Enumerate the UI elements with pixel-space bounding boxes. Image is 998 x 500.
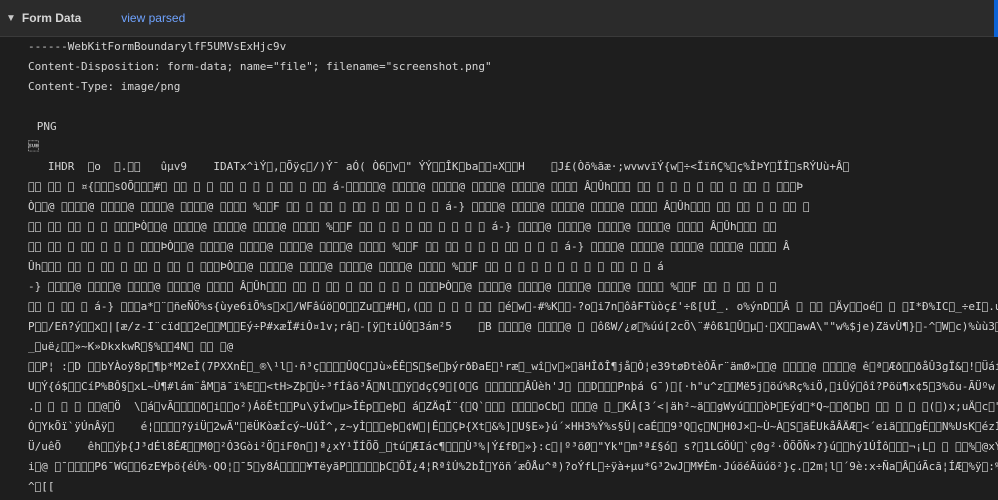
payload-line: ^ [[ xyxy=(28,480,55,493)
form-data-header[interactable]: ▼ Form Data view parsed xyxy=(0,0,998,37)
payload-line: IHDR  o  .   ûµv9 IDATx^ìÝ , Õÿç /)Ý¯ aÓ… xyxy=(28,160,850,173)
scrollbar-thumb[interactable] xyxy=(994,0,998,37)
payload-line:                 ÞÒ  @     @     @     @ … xyxy=(28,220,777,233)
payload-line: P  /Eñ?ý  x |[æ/z-I¨cïd  2e  M  Eý÷P#xæÏ… xyxy=(28,320,998,333)
payload-line: Ûh                           ÞÒ  @     @… xyxy=(28,260,664,273)
payload-line:         ¤{   sOÕ   #                    … xyxy=(28,180,803,193)
payload-line:  xyxy=(28,140,39,153)
payload-line: _ uë¿  »~K»DkxkwR §%  4N      @ xyxy=(28,340,234,353)
payload-line: i @  ¯    P6¯WG  6zE¥þö{éÚ%·QO¦ ¯5 y8Á  … xyxy=(28,460,998,473)
payload-line: Ò  @     @     @     @     @      %  F  … xyxy=(28,200,810,213)
payload-line: -}     @     @     @     @      Â Ûh    … xyxy=(28,280,777,293)
payload-line: .          @ Ö \ á vÃ    ð i  o²)ÁöÊt  P… xyxy=(28,400,998,413)
payload-line: Content-Disposition: form-data; name="fi… xyxy=(28,60,492,73)
payload-line:                     ÞÒ  @     @     @   … xyxy=(28,240,790,253)
payload-line: PNG xyxy=(28,120,57,133)
payload-line: Ü/uêÕ êh  ýþ{J³dÉl8ÊÆ  M0 ²Ó3Gòi²Ö iF0n … xyxy=(28,440,998,453)
payload-line: Ó YkÕï`ÿÚnÂÿ  é¦    ?ÿiÜ 2wÃ" ëÜKòæÍcý~U… xyxy=(28,420,998,433)
view-parsed-link[interactable]: view parsed xyxy=(121,11,185,25)
raw-payload: ------WebKitFormBoundarylfF5UMVsExHjc9v C… xyxy=(0,37,998,500)
section-title: Form Data xyxy=(21,11,82,25)
payload-line:   P¦ : D   bYÀoÿ8p ¶þ*M2eÌ(7PXXnÈ _®\¹l … xyxy=(28,360,998,373)
payload-line: U Ý{ó$  CíP%BÔ§ xL~Ù¶#lám¨åM ã¯ï%E  <tH>… xyxy=(28,380,995,393)
payload-line xyxy=(28,97,998,117)
collapse-caret-icon[interactable]: ▼ xyxy=(6,13,16,24)
payload-line:           á-}    a* ¨ ñeÑÖ%s{ùye6iÕ%s x … xyxy=(28,300,998,313)
payload-line: ------WebKitFormBoundarylfF5UMVsExHjc9v xyxy=(28,40,287,53)
payload-line: Content-Type: image/png xyxy=(28,80,181,93)
